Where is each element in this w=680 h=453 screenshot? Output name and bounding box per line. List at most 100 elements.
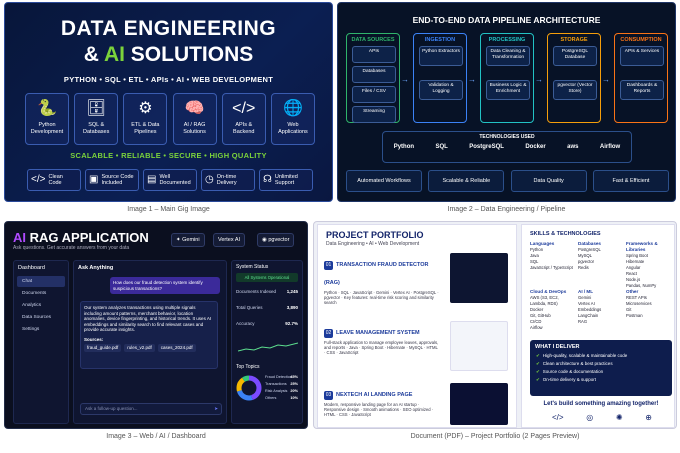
arrow-icon: → bbox=[602, 75, 610, 84]
code-icon: </> bbox=[552, 413, 564, 422]
arrow-icon: → bbox=[401, 75, 409, 84]
portfolio-title: PROJECT PORTFOLIO bbox=[326, 230, 424, 240]
skill-column: Cloud & DevOps AWS (S3, EC2, Lambda, RDS)… bbox=[530, 289, 576, 331]
stat-value: 3,890 bbox=[286, 305, 298, 310]
stage-box: Dashboards & Reports bbox=[620, 80, 664, 100]
service-card: 🌐 Web Applications bbox=[270, 93, 315, 145]
badge-vertex[interactable]: Vertex AI bbox=[213, 233, 246, 247]
stage-box: PostgreSQL Database bbox=[553, 46, 597, 66]
skill-column: Databases PostgreSQL MySQL pgvector Redis bbox=[578, 241, 624, 271]
stage-title: CONSUMPTION bbox=[620, 37, 662, 43]
skill-item: RAG bbox=[578, 319, 588, 324]
service-icon: 🧠 bbox=[184, 100, 205, 117]
pipeline-stage: PROCESSING Data Cleaning & Transformation… bbox=[480, 33, 534, 123]
sidebar-item-analytics[interactable]: Analytics bbox=[17, 300, 65, 311]
stage-title: INGESTION bbox=[424, 37, 456, 43]
sidebar-item-documents[interactable]: Documents bbox=[17, 288, 65, 299]
technologies-title: TECHNOLOGIES USED bbox=[479, 134, 535, 140]
rag-app-panel: AI RAG APPLICATION Ask questions. Get ac… bbox=[4, 221, 308, 429]
feature-icon: </> bbox=[31, 173, 46, 185]
sidebar-item-chat[interactable]: Chat bbox=[17, 276, 65, 287]
cta-text: Let's build something amazing together! bbox=[543, 401, 659, 407]
send-icon[interactable]: ➤ bbox=[214, 404, 218, 414]
project-description: Modern, responsive landing page for an A… bbox=[324, 402, 434, 418]
service-list: 🐍 Python Development 🗄 SQL & Databases ⚙ ETL … bbox=[25, 93, 315, 145]
chat-input[interactable]: Ask a follow-up question... ➤ bbox=[80, 403, 222, 415]
pipeline-stage: CONSUMPTION APIs & Services Dashboards & R… bbox=[614, 33, 668, 123]
stage-box: pgvector (Vector Store) bbox=[553, 80, 597, 100]
tech-item: Docker bbox=[525, 144, 546, 150]
feature-item: ☊ Unlimited Support bbox=[259, 169, 313, 191]
service-label: Web Applications bbox=[278, 122, 308, 135]
topic-label: Transactions bbox=[265, 382, 287, 386]
deliver-item: ✔ On-time delivery & support bbox=[530, 376, 672, 384]
database-icon: ◎ bbox=[586, 413, 594, 422]
feature-item: ▣ Source Code Included bbox=[85, 169, 139, 191]
check-icon: ✔ bbox=[536, 361, 540, 366]
tech-item: aws bbox=[567, 144, 579, 150]
check-icon: ✔ bbox=[536, 377, 540, 382]
check-icon: ✔ bbox=[536, 353, 540, 358]
stage-title: PROCESSING bbox=[488, 37, 526, 43]
service-label: Python Development bbox=[30, 122, 64, 135]
skill-item: Postman bbox=[626, 313, 643, 318]
skill-column: Other REST APIs Microservices Git Postman bbox=[626, 289, 672, 319]
deliver-item: ✔ Clean architecture & best practices bbox=[530, 360, 672, 368]
badge-pgvector[interactable]: ◉ pgvector bbox=[257, 233, 295, 247]
project-item: 03 NEXTECH AI LANDING PAGE Modern, respons… bbox=[324, 383, 440, 418]
sidebar-item-settings[interactable]: Settings bbox=[17, 324, 65, 335]
topic-value: 10% bbox=[290, 396, 298, 400]
pipeline-stage: INGESTION Python Extractors Validation & L… bbox=[413, 33, 467, 123]
service-icon: 🌐 bbox=[282, 100, 303, 117]
topic-value: 25% bbox=[290, 382, 298, 386]
skills-title: SKILLS & TECHNOLOGIES bbox=[530, 231, 601, 237]
service-card: 🧠 AI / RAG Solutions bbox=[172, 93, 217, 145]
stage-box: APIs & Services bbox=[620, 46, 664, 66]
chat-title: Ask Anything bbox=[78, 265, 114, 271]
source-chip[interactable]: fraud_guide.pdf bbox=[84, 344, 122, 352]
quality-tags: SCALABLE • RELIABLE • SECURE • HIGH QUAL… bbox=[70, 151, 267, 160]
project-title: NEXTECH AI LANDING PAGE bbox=[336, 392, 413, 398]
service-label: ETL & Data Pipelines bbox=[131, 122, 160, 135]
topics-title: Top Topics bbox=[236, 364, 260, 370]
skill-column: Frameworks & Libraries Spring Boot Hiberna… bbox=[626, 241, 672, 289]
feature-label: Source Code Included bbox=[101, 173, 134, 187]
portfolio-page2: SKILLS & TECHNOLOGIES Languages Python Jav… bbox=[521, 224, 675, 428]
sidebar-item-data-sources[interactable]: Data Sources bbox=[17, 312, 65, 323]
status-badge: All Systems Operational bbox=[236, 273, 298, 282]
source-chip[interactable]: cases_2024.pdf bbox=[157, 344, 196, 352]
technologies-box: TECHNOLOGIES USED Python SQL PostgreSQL Doc… bbox=[382, 131, 632, 163]
stat-label: Accuracy bbox=[236, 321, 255, 326]
topic-value: 20% bbox=[290, 389, 298, 393]
project-title: LEAVE MANAGEMENT SYSTEM bbox=[336, 330, 420, 336]
benefit-list: Automated Workflows Scalable & Reliable Da… bbox=[346, 170, 669, 192]
portfolio-panel: PROJECT PORTFOLIO Data Engineering • AI … bbox=[313, 221, 677, 429]
feature-label: Well Documented bbox=[159, 173, 191, 187]
feature-icon: ▣ bbox=[89, 173, 99, 185]
stage-box: Business Logic & Enrichment bbox=[486, 80, 530, 100]
skill-item: AWS (S3, EC2, Lambda, RDS) bbox=[530, 295, 559, 306]
service-icon: 🐍 bbox=[37, 100, 57, 117]
assistant-answer: Our system analyzes transactions using m… bbox=[80, 301, 218, 369]
app-title: AI RAG APPLICATION bbox=[13, 230, 149, 245]
benefit-item: Fast & Efficient bbox=[592, 170, 669, 192]
topic-value: 45% bbox=[290, 375, 298, 379]
service-label: SQL & Databases bbox=[83, 122, 110, 135]
topic-label: Risk Analysis bbox=[265, 389, 288, 393]
feature-label: Unlimited Support bbox=[274, 173, 298, 187]
benefit-item: Automated Workflows bbox=[346, 170, 422, 192]
check-icon: ✔ bbox=[536, 369, 540, 374]
benefit-item: Data Quality bbox=[510, 170, 587, 192]
stage-box: Databases bbox=[352, 66, 396, 83]
portfolio-page1: PROJECT PORTFOLIO Data Engineering • AI … bbox=[317, 224, 517, 428]
source-chip[interactable]: rules_v2.pdf bbox=[124, 344, 155, 352]
badge-gemini[interactable]: ✦ Gemini bbox=[171, 233, 205, 247]
portfolio-subtitle: Data Engineering • AI • Web Development bbox=[326, 241, 420, 247]
stage-box: APIs bbox=[352, 46, 396, 63]
service-label: AI / RAG Solutions bbox=[183, 122, 206, 135]
caption-image3: Image 3 – Web / AI / Dashboard bbox=[106, 433, 206, 440]
gig-title-line2: & AI SOLUTIONS bbox=[83, 43, 254, 66]
benefit-item: Scalable & Reliable bbox=[428, 170, 505, 192]
stage-title: DATA SOURCES bbox=[351, 37, 395, 43]
project-description: Full-stack application to manage employe… bbox=[324, 340, 439, 356]
